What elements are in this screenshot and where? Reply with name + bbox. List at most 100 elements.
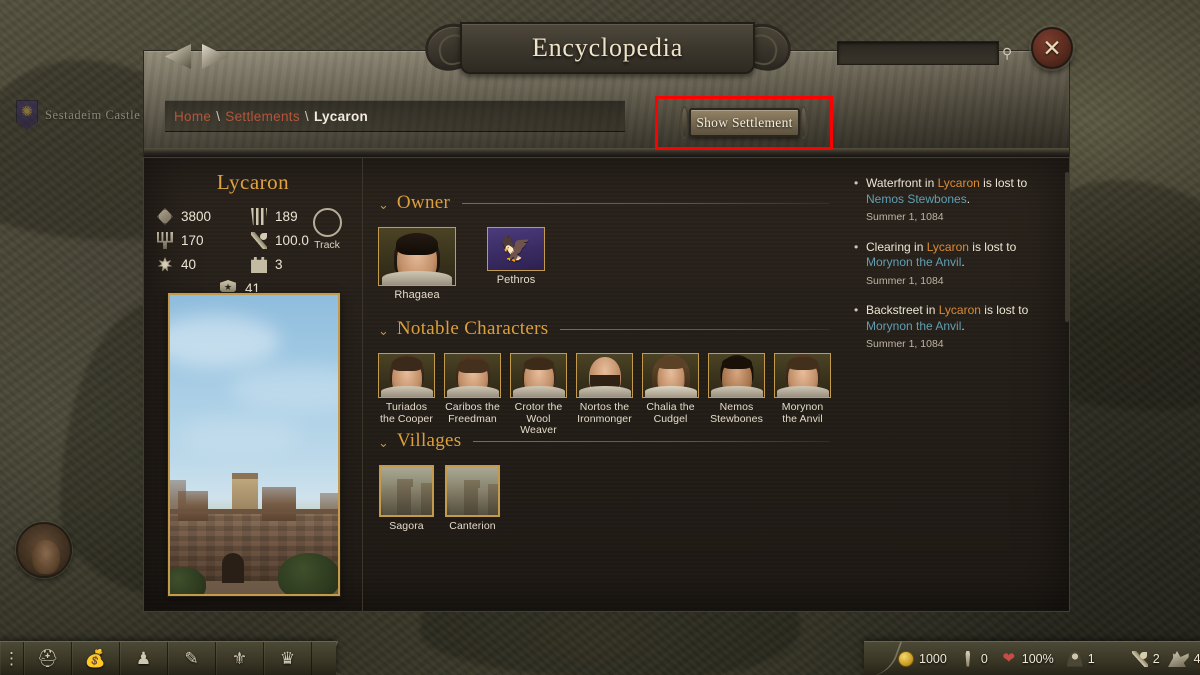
news-mid: is lost to bbox=[968, 239, 1017, 254]
character-name: Nemos Stewbones bbox=[710, 401, 763, 425]
hud-morale-value: 100% bbox=[1021, 651, 1054, 666]
breadcrumb-item-settlements[interactable]: Settlements bbox=[225, 109, 300, 124]
bullet-icon: • bbox=[854, 239, 859, 254]
hud-stat-gold: 1000 bbox=[898, 650, 947, 667]
news-date: Summer 1, 1084 bbox=[866, 274, 944, 287]
encyclopedia-window: Encyclopedia Home \ Settlements \ Lycaro… bbox=[143, 18, 1073, 613]
show-settlement-button[interactable]: Show Settlement bbox=[689, 108, 800, 137]
breadcrumb-separator-2: \ bbox=[304, 108, 309, 124]
section-owner: ⌄ Owner Rhagaea 🦅 Pethros bbox=[378, 192, 830, 302]
notable-characters-list: Turiados the Cooper Caribos the Freedman bbox=[378, 353, 831, 437]
track-label: Track bbox=[314, 239, 340, 251]
hud-button-menu[interactable]: ⋮ bbox=[0, 642, 24, 675]
stat-security-value: 100.0 bbox=[275, 233, 309, 248]
avatar bbox=[642, 353, 699, 398]
close-icon: ✕ bbox=[1042, 34, 1062, 61]
character-name: Morynon the Anvil bbox=[781, 401, 824, 425]
news-person-link[interactable]: Morynon the Anvil bbox=[866, 319, 961, 333]
news-place-link[interactable]: Lycaron bbox=[927, 240, 969, 254]
character-name: Nortos the Ironmonger bbox=[577, 401, 632, 425]
village-thumbnail bbox=[445, 465, 500, 517]
hud-troops-value: 48 bbox=[1193, 651, 1200, 666]
player-avatar[interactable] bbox=[16, 522, 72, 578]
stats-column-right: 189 100.0 3 bbox=[251, 208, 309, 273]
character-name: Caribos the Freedman bbox=[445, 401, 500, 425]
section-owner-title: Owner bbox=[396, 192, 451, 213]
breadcrumb-separator-1: \ bbox=[216, 108, 221, 124]
village-name: Sagora bbox=[389, 520, 424, 532]
chevron-down-icon[interactable]: ⌄ bbox=[378, 436, 389, 449]
stats-column-left: 3800 170 40 bbox=[157, 208, 211, 273]
character-card[interactable]: Turiados the Cooper bbox=[378, 353, 435, 437]
character-card[interactable]: Caribos the Freedman bbox=[444, 353, 501, 437]
map-settlement-nameplate[interactable]: Sestadeim Castle bbox=[16, 100, 140, 130]
party-size-icon bbox=[1066, 650, 1083, 667]
settlement-image bbox=[168, 293, 340, 596]
hud-button-clan[interactable]: ⚜ bbox=[216, 642, 264, 675]
news-prefix: Clearing in bbox=[866, 239, 927, 254]
inventory-bag-icon: 💰 bbox=[84, 649, 107, 668]
avatar bbox=[576, 353, 633, 398]
breadcrumb-item-home[interactable]: Home bbox=[174, 109, 211, 124]
stat-castle: 3 bbox=[251, 256, 309, 273]
navigation-arrows bbox=[165, 44, 228, 69]
search-box[interactable]: ⚲ bbox=[837, 41, 1012, 65]
hud-button-inventory[interactable]: 💰 bbox=[72, 642, 120, 675]
news-item[interactable]: • Waterfront in Lycaron is lost to Nemos… bbox=[854, 176, 1057, 226]
militia-icon bbox=[251, 208, 268, 225]
encyclopedia-body: Lycaron 3800 170 40 189 100.0 3 ★ 41 Tra… bbox=[143, 157, 1070, 613]
owner-card-rhagaea[interactable]: Rhagaea bbox=[378, 227, 456, 302]
section-divider bbox=[560, 328, 830, 330]
chevron-down-icon[interactable]: ⌄ bbox=[378, 198, 389, 211]
search-icon[interactable]: ⚲ bbox=[1002, 45, 1012, 62]
character-card[interactable]: Chalia the Cudgel bbox=[642, 353, 699, 437]
hud-button-troops[interactable]: ♟ bbox=[120, 642, 168, 675]
news-place-link[interactable]: Lycaron bbox=[938, 176, 980, 190]
news-person-link[interactable]: Morynon the Anvil bbox=[866, 255, 961, 269]
village-card[interactable]: Sagora bbox=[378, 465, 435, 533]
villages-list: Sagora Canterion bbox=[378, 465, 830, 533]
section-divider bbox=[462, 202, 830, 204]
breadcrumb: Home \ Settlements \ Lycaron bbox=[165, 100, 625, 132]
hud-influence-value: 0 bbox=[980, 651, 988, 666]
news-item[interactable]: • Backstreet in Lycaron is lost to Moryn… bbox=[854, 303, 1057, 353]
hud-button-party[interactable]: ⛑ bbox=[24, 642, 72, 675]
character-card[interactable]: Nortos the Ironmonger bbox=[576, 353, 633, 437]
news-place-link[interactable]: Lycaron bbox=[939, 303, 981, 317]
scrollbar[interactable] bbox=[1065, 172, 1069, 322]
track-button[interactable]: Track bbox=[306, 208, 348, 251]
news-mid: is lost to bbox=[980, 303, 1029, 317]
double-headed-eagle-icon: 🦅 bbox=[500, 234, 532, 263]
news-person-link[interactable]: Nemos Stewbones bbox=[866, 192, 967, 206]
hud-stat-morale: ❤ 100% bbox=[1001, 649, 1054, 667]
character-card[interactable]: Nemos Stewbones bbox=[708, 353, 765, 437]
chevron-down-icon[interactable]: ⌄ bbox=[378, 324, 389, 337]
village-card[interactable]: Canterion bbox=[444, 465, 501, 533]
stat-loyalty: 40 bbox=[157, 256, 211, 273]
forward-arrow-icon[interactable] bbox=[202, 44, 228, 69]
character-card[interactable]: Crotor the Wool Weaver bbox=[510, 353, 567, 437]
hud-party-value: 1 bbox=[1087, 651, 1095, 666]
search-input[interactable] bbox=[844, 46, 999, 60]
owner-faction-card-pethros[interactable]: 🦅 Pethros bbox=[477, 227, 555, 302]
close-button[interactable]: ✕ bbox=[1031, 27, 1073, 69]
stat-security: 100.0 bbox=[251, 232, 309, 249]
owner-name: Rhagaea bbox=[394, 289, 440, 301]
security-icon bbox=[251, 232, 268, 249]
hud-button-kingdom[interactable]: ♛ bbox=[264, 642, 312, 675]
grain-icon bbox=[1131, 650, 1148, 667]
character-card[interactable]: Morynon the Anvil bbox=[774, 353, 831, 437]
back-arrow-icon[interactable] bbox=[165, 44, 191, 69]
avatar bbox=[510, 353, 567, 398]
morale-heart-icon: ❤ bbox=[1002, 649, 1016, 667]
button-bracket-left bbox=[680, 106, 689, 139]
bullet-icon: • bbox=[854, 176, 859, 190]
avatar bbox=[774, 353, 831, 398]
avatar bbox=[378, 227, 456, 286]
hud-stat-influence: 0 bbox=[960, 650, 988, 667]
hud-gold-value: 1000 bbox=[919, 651, 947, 666]
news-item[interactable]: • Clearing in Lycaron is lost to Morynon… bbox=[854, 240, 1057, 290]
food-icon bbox=[157, 232, 173, 249]
sun-banner-icon bbox=[16, 100, 38, 130]
hud-button-quests[interactable]: ✎ bbox=[168, 642, 216, 675]
